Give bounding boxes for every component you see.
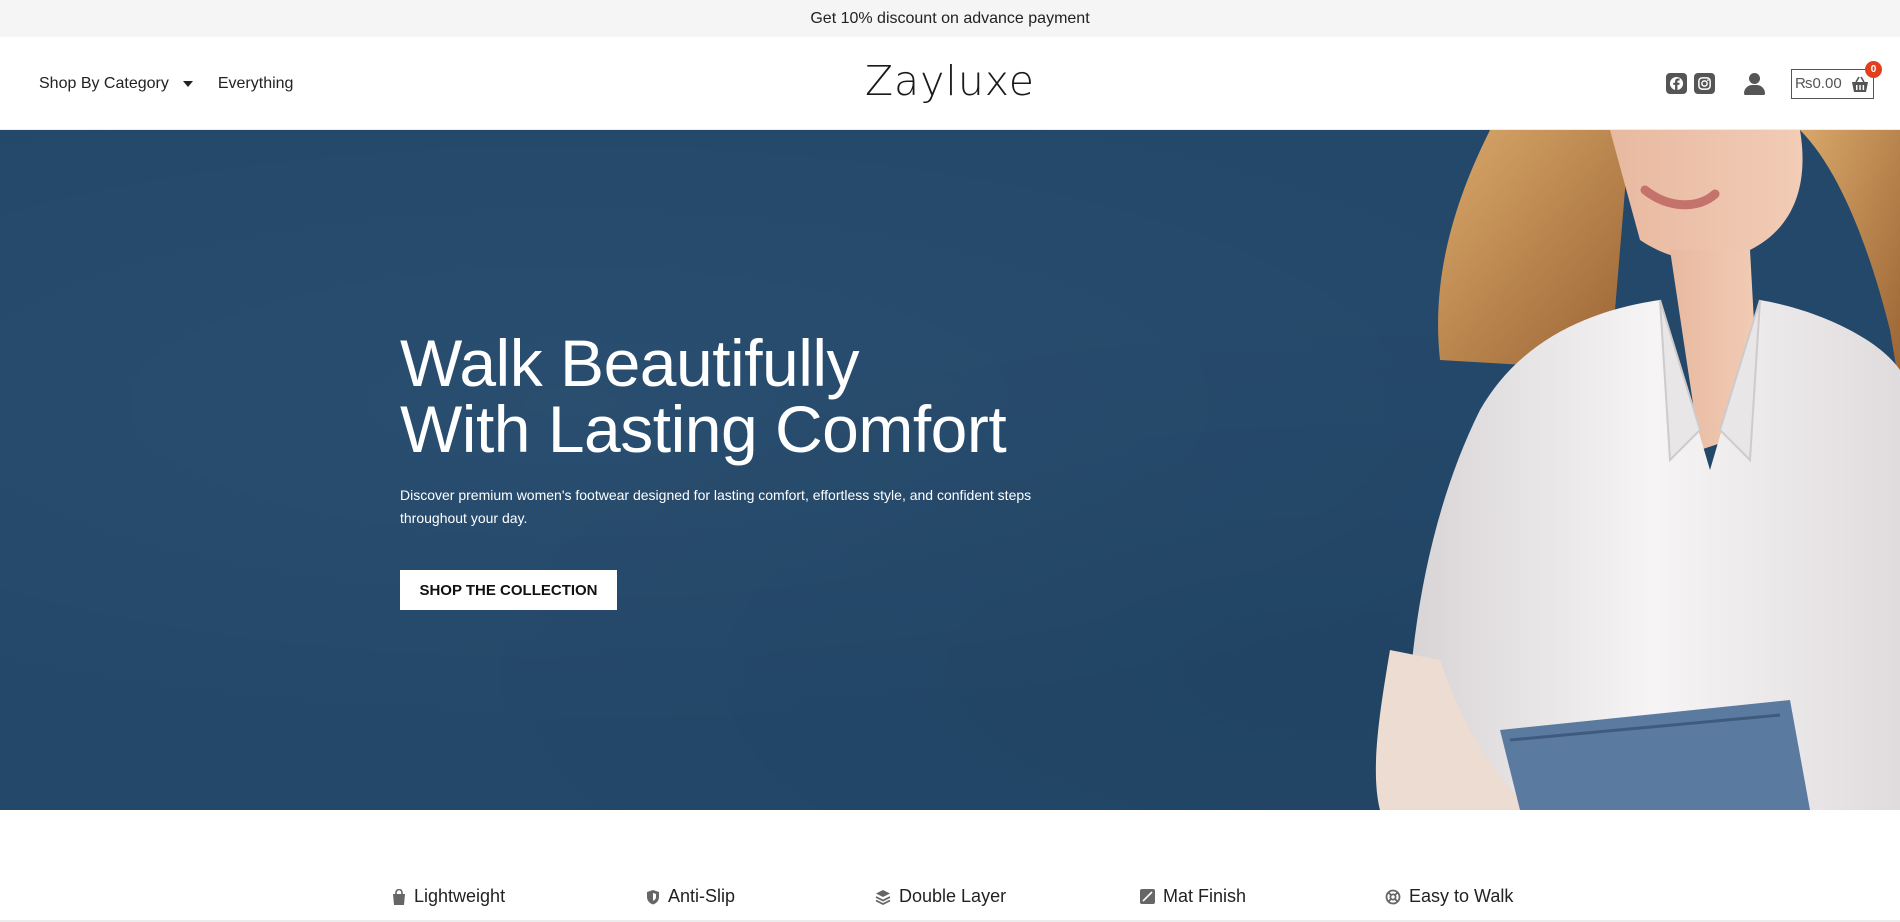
hero-model-image — [1375, 130, 1900, 810]
feature-double-layer: Double Layer — [875, 886, 1006, 907]
cart-amount: ₨0.00 — [1795, 75, 1842, 92]
user-icon[interactable] — [1743, 72, 1765, 95]
feature-lightweight: Lightweight — [392, 886, 505, 907]
hero-title-line-2: With Lasting Comfort — [400, 392, 1007, 466]
cart-icon — [1852, 76, 1868, 92]
announcement-text: Get 10% discount on advance payment — [810, 9, 1090, 27]
logo-text: Zayluxe — [864, 57, 1036, 105]
hero-title-line-1: Walk Beautifully — [400, 326, 860, 400]
cart-count-badge: 0 — [1865, 60, 1882, 78]
feature-label: Double Layer — [899, 886, 1007, 906]
hero-banner: Walk Beautifully With Lasting Comfort Di… — [0, 130, 1900, 810]
hero-title: Walk Beautifully With Lasting Comfort — [400, 326, 1007, 466]
leaf-icon — [1140, 889, 1155, 904]
site-logo[interactable]: Zayluxe — [0, 57, 1900, 105]
hero-subtitle: Discover premium women's footwear design… — [400, 487, 1032, 526]
feature-label: Easy to Walk — [1409, 886, 1514, 906]
lifebuoy-icon — [1385, 889, 1401, 904]
shop-the-collection-button[interactable]: SHOP THE COLLECTION — [400, 570, 617, 610]
instagram-icon[interactable] — [1694, 73, 1715, 94]
layers-icon — [875, 889, 891, 905]
feature-label: Lightweight — [414, 886, 506, 906]
shield-icon — [647, 889, 659, 904]
announcement-bar: Get 10% discount on advance payment — [0, 0, 1900, 37]
header-icons: ₨0.00 0 — [1666, 37, 1882, 130]
feature-label: Mat Finish — [1163, 886, 1247, 906]
bag-icon — [393, 888, 405, 905]
feature-anti-slip: Anti-Slip — [646, 886, 735, 907]
site-header: Shop By Category Everything Zayluxe ₨0.0… — [0, 37, 1900, 130]
feature-easy-to-walk: Easy to Walk — [1385, 886, 1513, 907]
facebook-icon[interactable] — [1666, 73, 1687, 94]
cart-button[interactable]: ₨0.00 0 — [1791, 60, 1882, 99]
features-row: Lightweight Anti-Slip Double Layer Mat F… — [0, 810, 1900, 922]
feature-mat-finish: Mat Finish — [1140, 886, 1246, 907]
feature-label: Anti-Slip — [668, 886, 736, 906]
